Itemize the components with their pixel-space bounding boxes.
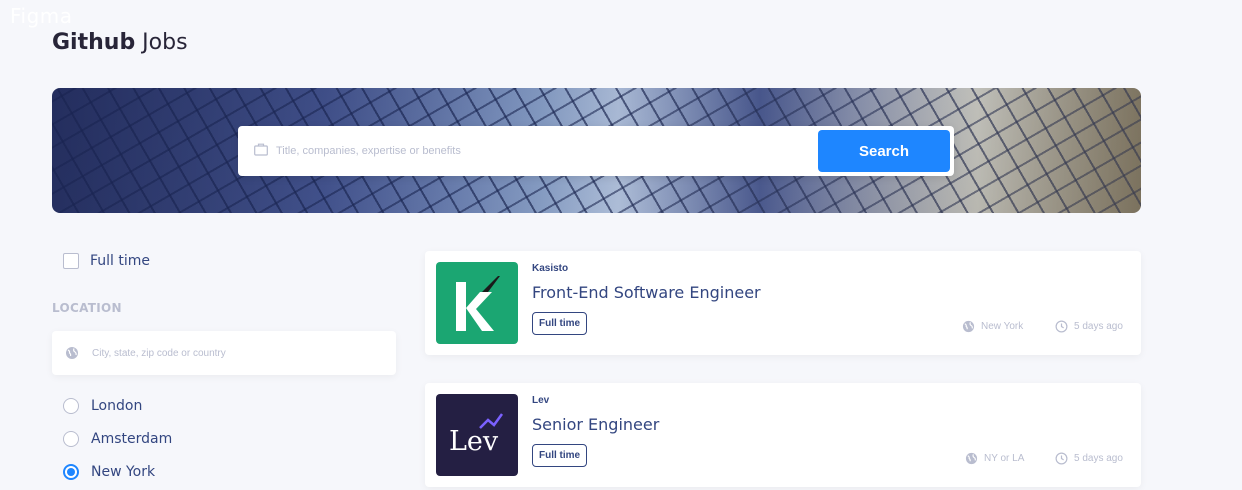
globe-icon [962,320,975,333]
radio-london[interactable] [63,398,79,414]
job-card[interactable]: Kasisto Front-End Software Engineer Full… [425,251,1141,355]
logo-text: Lev [449,426,499,457]
globe-icon [65,346,79,360]
radio-amsterdam[interactable] [63,431,79,447]
location-search [52,331,396,375]
app-logo[interactable]: Github Jobs [52,30,188,55]
clock-icon [1055,320,1068,333]
job-posted: 5 days ago [1055,452,1123,465]
company-logo: Lev [436,394,518,476]
full-time-label: Full time [90,253,151,269]
search-button[interactable]: Search [818,130,950,172]
job-title[interactable]: Front-End Software Engineer [532,283,761,302]
location-option-london[interactable]: London [63,398,142,414]
radio-new-york[interactable] [63,464,79,480]
figma-watermark: Figma [10,4,73,28]
location-option-new-york[interactable]: New York [63,464,155,480]
location-heading: LOCATION [52,301,122,315]
job-location-text: New York [981,321,1024,332]
company-name: Lev [532,395,550,406]
job-location-text: NY or LA [984,453,1025,464]
search-bar: Search [238,126,954,176]
job-location: NY or LA [965,452,1024,465]
brand-light: Jobs [135,30,188,55]
globe-icon [965,452,978,465]
job-posted-text: 5 days ago [1074,453,1123,464]
briefcase-icon [254,143,268,156]
job-type-badge: Full time [532,312,588,335]
location-option-label: Amsterdam [91,431,173,447]
location-option-label: London [91,398,143,414]
location-input[interactable] [92,331,382,375]
job-type-badge: Full time [532,444,588,467]
full-time-filter[interactable]: Full time [63,253,150,269]
location-option-label: New York [91,464,156,480]
job-posted: 5 days ago [1055,320,1123,333]
job-title[interactable]: Senior Engineer [532,415,659,434]
company-logo [436,262,518,344]
job-posted-text: 5 days ago [1074,321,1123,332]
brand-bold: Github [52,30,136,55]
job-card[interactable]: Lev Lev Senior Engineer Full time NY or … [425,383,1141,487]
search-input[interactable] [276,126,806,176]
location-option-amsterdam[interactable]: Amsterdam [63,431,172,447]
company-name: Kasisto [532,263,569,274]
clock-icon [1055,452,1068,465]
job-location: New York [962,320,1023,333]
full-time-checkbox[interactable] [63,253,79,269]
